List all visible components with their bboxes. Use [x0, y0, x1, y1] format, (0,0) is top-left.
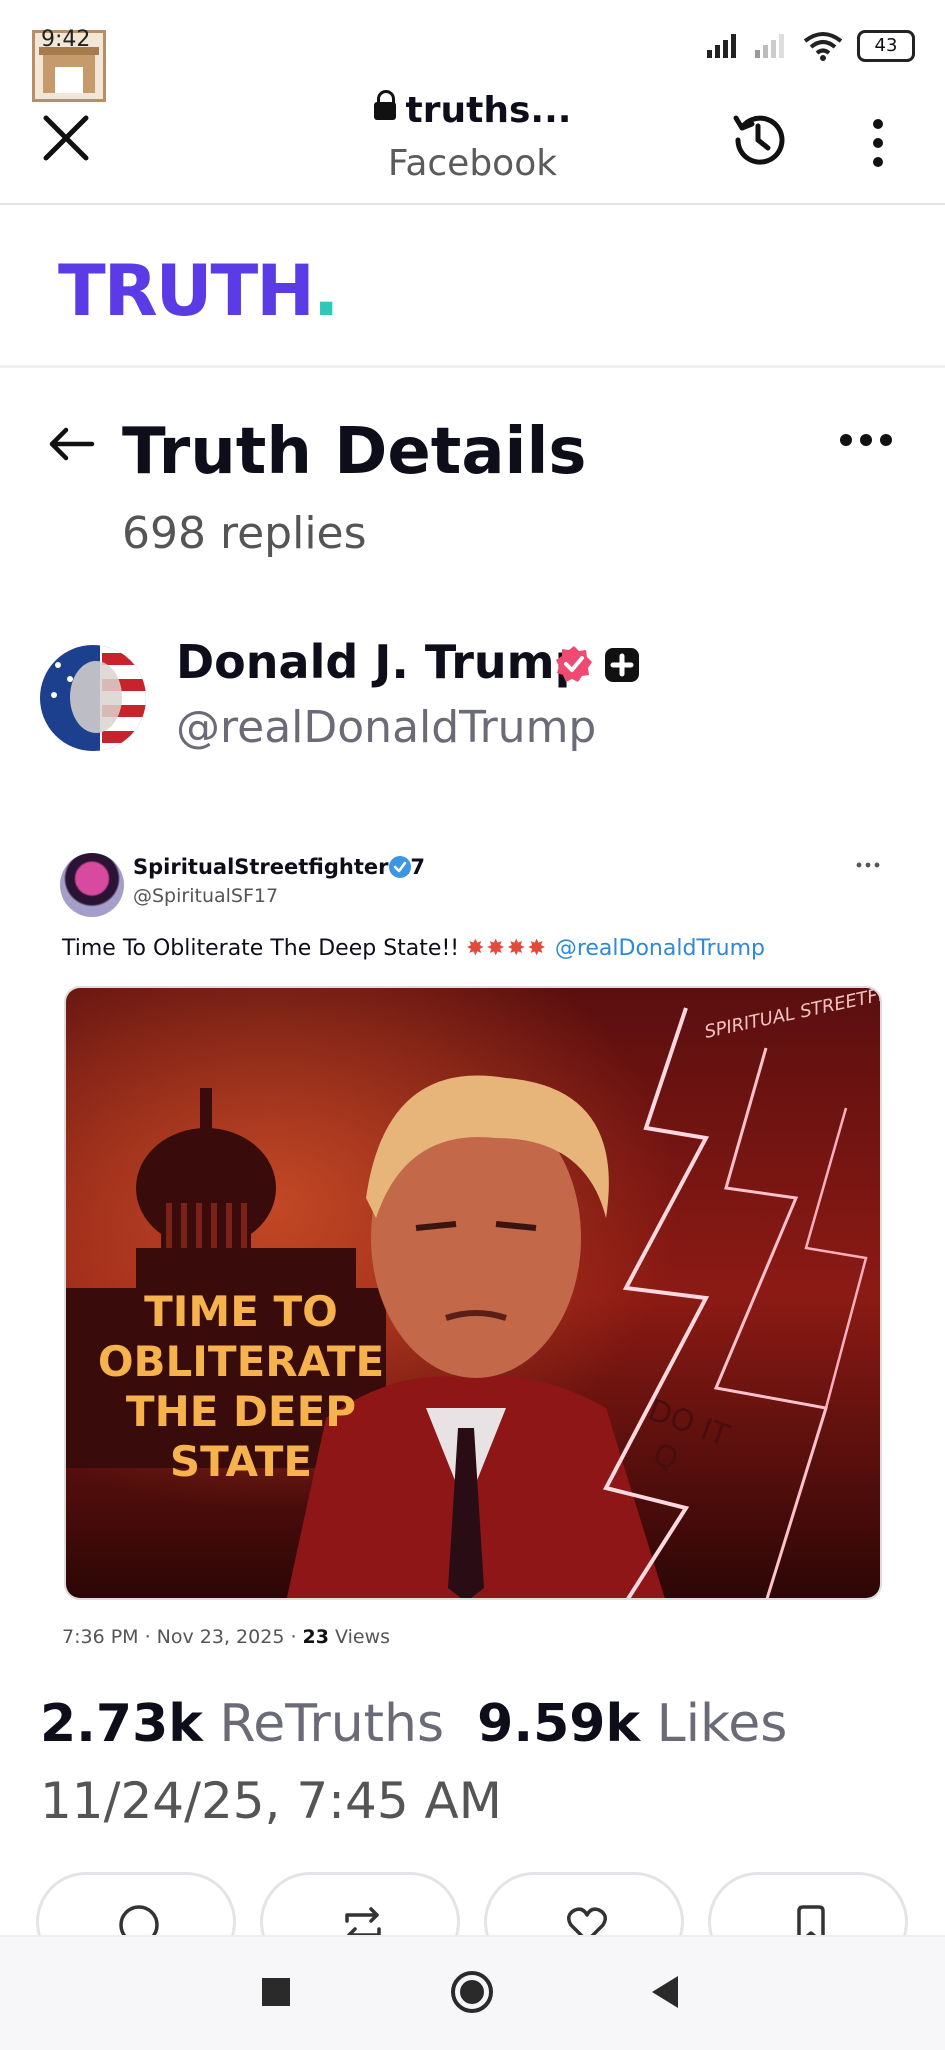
views-label: Views — [328, 1626, 391, 1648]
embedded-author-name: SpiritualStreetfighter 17 — [133, 855, 426, 879]
embedded-post-time: 7:36 PM · Nov 23, 2025 · — [62, 1626, 303, 1648]
likes-count[interactable]: 9.59k — [477, 1694, 640, 1754]
author-name[interactable]: Donald J. Trump — [176, 635, 588, 689]
views-count: 23 — [302, 1626, 329, 1648]
home-button[interactable] — [450, 1970, 494, 2014]
verified-badge-icon — [389, 856, 411, 878]
retruths-count[interactable]: 2.73k — [40, 1694, 203, 1754]
signal-weak-icon — [755, 34, 784, 58]
url-bar[interactable]: truths... — [0, 90, 945, 131]
url-text: truths... — [405, 90, 572, 131]
truth-logo[interactable]: TRUTH. — [58, 250, 340, 332]
retruths-label[interactable]: ReTruths — [219, 1694, 444, 1754]
burst-emoji-icon: ✸✸✸✸ — [466, 936, 548, 961]
back-button[interactable] — [648, 1974, 682, 2010]
history-icon[interactable] — [726, 108, 790, 172]
posted-date: 11/24/25, 7:45 AM — [40, 1772, 502, 1830]
recents-button[interactable] — [262, 1978, 290, 2006]
status-icons: 43 — [707, 30, 915, 62]
embedded-author-handle: @SpiritualSF17 — [133, 885, 279, 907]
image-caption-line: STATE — [170, 1437, 312, 1486]
more-vertical-icon[interactable] — [866, 118, 890, 168]
embedded-post-text: Time To Obliterate The Deep State!! ✸✸✸✸… — [62, 936, 765, 961]
divider — [0, 203, 945, 205]
avatar[interactable] — [40, 645, 146, 751]
verified-badge-icon — [556, 646, 592, 682]
signal-icon — [707, 34, 736, 58]
embedded-post-meta: 7:36 PM · Nov 23, 2025 · 23 Views — [62, 1626, 390, 1648]
image-caption-line: OBLITERATE — [98, 1337, 384, 1386]
wifi-icon — [803, 32, 843, 61]
plus-badge-icon — [605, 648, 639, 682]
reply-count: 698 replies — [122, 508, 367, 559]
image-caption-line: THE DEEP — [126, 1387, 356, 1436]
lock-icon — [373, 90, 396, 120]
page-source: Facebook — [387, 143, 558, 184]
embedded-image[interactable]: TIME TO OBLITERATE THE DEEP STATE SPIRIT… — [64, 986, 882, 1600]
logo-dot: . — [312, 250, 340, 332]
embedded-mention: @realDonaldTrump — [554, 936, 766, 961]
more-horizontal-icon — [856, 862, 880, 868]
likes-label[interactable]: Likes — [657, 1694, 788, 1754]
embedded-avatar — [60, 853, 124, 917]
more-horizontal-icon[interactable] — [838, 430, 894, 450]
logo-text: TRUTH — [58, 250, 315, 332]
post-image-illustration: TIME TO OBLITERATE THE DEEP STATE SPIRIT… — [66, 988, 880, 1598]
page-title: Truth Details — [122, 415, 587, 489]
battery-indicator: 43 — [857, 30, 915, 62]
engagement-stats: 2.73k ReTruths 9.59k Likes — [40, 1694, 787, 1754]
embedded-text-body: Time To Obliterate The Deep State!! — [62, 936, 460, 961]
back-arrow-icon[interactable] — [46, 424, 96, 464]
divider — [0, 365, 945, 368]
author-handle[interactable]: @realDonaldTrump — [176, 702, 596, 753]
image-caption-line: TIME TO — [144, 1287, 338, 1336]
